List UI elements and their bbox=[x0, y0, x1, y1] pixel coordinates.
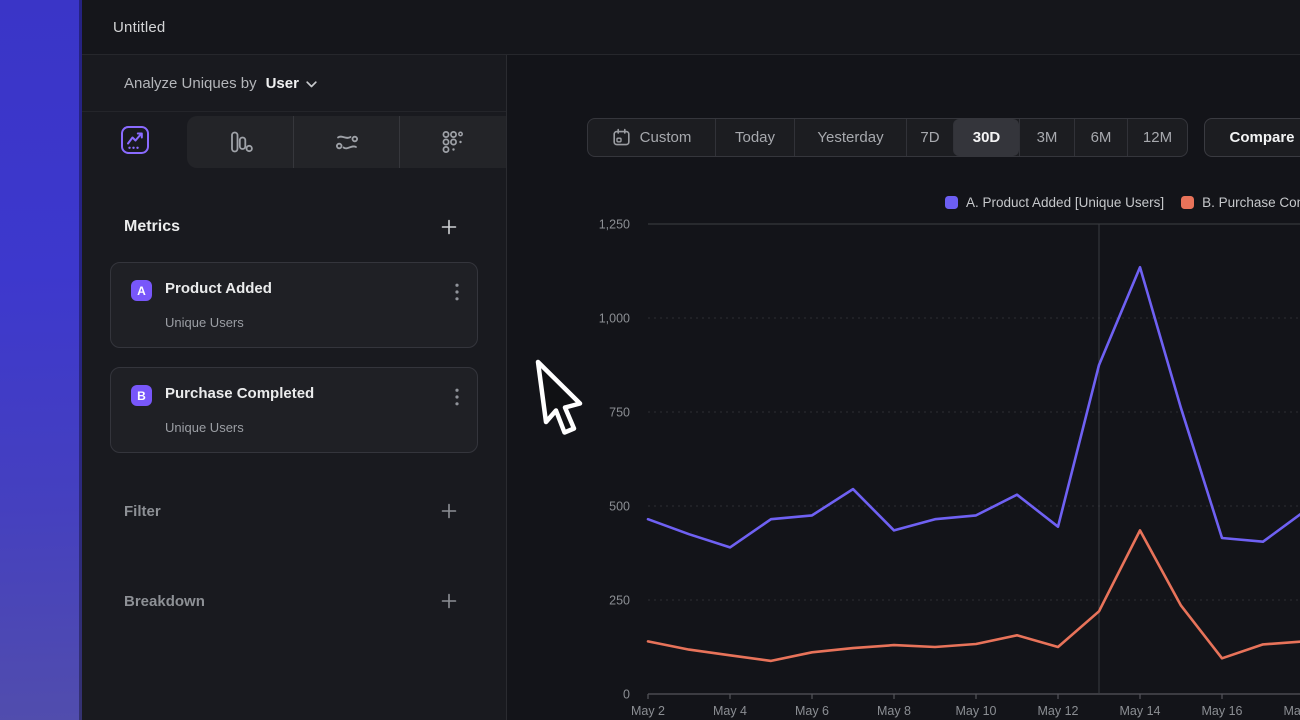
breakdown-header: Breakdown bbox=[82, 585, 506, 617]
x-axis-label: May 16 bbox=[1202, 704, 1243, 718]
metrics-header: Metrics bbox=[82, 211, 506, 243]
line-chart-icon bbox=[120, 125, 150, 155]
x-axis-label: May 2 bbox=[631, 704, 665, 718]
metric-event-name: Purchase Completed bbox=[165, 385, 314, 402]
metrics-title: Metrics bbox=[124, 218, 180, 236]
tab-line-chart[interactable] bbox=[82, 112, 187, 168]
plus-icon bbox=[440, 592, 458, 610]
x-axis-label: May 4 bbox=[713, 704, 747, 718]
insights-report-window: Untitled Analyze Uniques by User bbox=[0, 0, 1300, 720]
kebab-menu-icon[interactable] bbox=[451, 384, 463, 413]
y-axis-label: 750 bbox=[609, 406, 630, 420]
metric-aggregation[interactable]: Unique Users bbox=[165, 420, 244, 435]
metric-letter-badge: A bbox=[131, 280, 152, 301]
add-filter-button[interactable] bbox=[440, 502, 458, 520]
x-axis-label: May 18 bbox=[1284, 704, 1300, 718]
tab-retention-grid[interactable] bbox=[399, 116, 506, 168]
metric-letter-badge: B bbox=[131, 385, 152, 406]
tab-flows[interactable] bbox=[293, 116, 400, 168]
retention-grid-icon bbox=[439, 128, 467, 156]
series-line bbox=[648, 267, 1300, 547]
x-axis-label: May 14 bbox=[1120, 704, 1161, 718]
y-axis-label: 1,000 bbox=[599, 312, 630, 326]
add-breakdown-button[interactable] bbox=[440, 592, 458, 610]
chart-panel: CustomTodayYesterday7D30D3M6M12M Compare… bbox=[506, 55, 1300, 720]
metric-card[interactable]: B Purchase Completed Unique Users bbox=[110, 367, 478, 453]
tab-bar-chart[interactable] bbox=[187, 116, 293, 168]
y-axis-label: 1,250 bbox=[599, 218, 630, 232]
analyze-by-value: User bbox=[266, 75, 299, 92]
report-title: Untitled bbox=[113, 19, 165, 36]
plus-icon bbox=[440, 502, 458, 520]
flows-icon bbox=[333, 128, 361, 156]
line-chart[interactable]: 0 250 500 750 1,000 1,250 May 2 May 4 May 6 May 8… bbox=[507, 55, 1300, 720]
metric-event-name: Product Added bbox=[165, 280, 272, 297]
x-axis-label: May 12 bbox=[1038, 704, 1079, 718]
analyze-by-dropdown[interactable]: User bbox=[266, 75, 317, 92]
query-builder-sidebar: Analyze Uniques by User bbox=[82, 55, 506, 720]
y-axis-label: 500 bbox=[609, 500, 630, 514]
x-axis-label: May 8 bbox=[877, 704, 911, 718]
chart-type-tabstrip bbox=[82, 112, 506, 168]
kebab-menu-icon[interactable] bbox=[451, 279, 463, 308]
background-gradient-strip bbox=[0, 0, 82, 720]
y-axis-label: 0 bbox=[623, 688, 630, 702]
bar-chart-icon bbox=[226, 128, 254, 156]
add-metric-button[interactable] bbox=[440, 218, 458, 236]
x-axis-label: May 10 bbox=[956, 704, 997, 718]
breakdown-title: Breakdown bbox=[124, 593, 205, 610]
metric-aggregation[interactable]: Unique Users bbox=[165, 315, 244, 330]
analyze-row: Analyze Uniques by User bbox=[82, 55, 506, 112]
filter-header: Filter bbox=[82, 495, 506, 527]
filter-title: Filter bbox=[124, 503, 161, 520]
metric-card[interactable]: A Product Added Unique Users bbox=[110, 262, 478, 348]
y-axis-label: 250 bbox=[609, 594, 630, 608]
top-bar: Untitled bbox=[82, 0, 1300, 55]
plus-icon bbox=[440, 218, 458, 236]
x-axis-label: May 6 bbox=[795, 704, 829, 718]
analyze-label: Analyze Uniques by bbox=[124, 75, 257, 92]
series-line bbox=[648, 530, 1300, 661]
chart-type-tabpanel bbox=[187, 116, 506, 168]
chevron-down-icon bbox=[306, 81, 317, 88]
